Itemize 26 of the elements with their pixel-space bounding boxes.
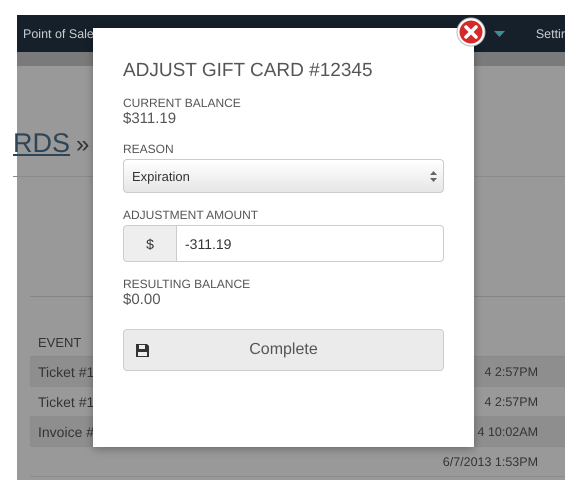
- nav-item[interactable]: Point of Sale: [17, 26, 94, 40]
- currency-addon: $: [123, 225, 176, 262]
- table-cell: 4 2:57PM: [484, 394, 538, 408]
- table-cell: 6/7/2013 1:53PM: [442, 454, 538, 468]
- field-label: ADJUSTMENT AMOUNT: [123, 208, 260, 222]
- caret-icon[interactable]: [494, 30, 505, 36]
- balance-value: $0.00: [123, 291, 162, 308]
- column-header: EVENT: [38, 335, 82, 350]
- balance-value: $311.19: [123, 110, 178, 127]
- table-cell: 4 2:57PM: [484, 364, 538, 378]
- close-icon[interactable]: [456, 17, 486, 47]
- field-label: CURRENT BALANCE: [123, 96, 242, 110]
- field-label: RESULTING BALANCE: [123, 277, 252, 291]
- select-arrows-icon: [430, 170, 437, 182]
- nav-item[interactable]: Settir: [530, 26, 565, 40]
- breadcrumb-separator: »: [76, 131, 90, 159]
- field-label: REASON: [123, 142, 175, 156]
- reason-select[interactable]: Expiration: [123, 159, 444, 193]
- dialog-title: ADJUST GIFT CARD #12345: [123, 60, 374, 82]
- table-cell: Ticket #1: [38, 394, 94, 410]
- table-cell: Invoice #: [38, 424, 94, 440]
- table-cell: 4 10:02AM: [478, 424, 538, 438]
- complete-button[interactable]: Complete: [123, 329, 444, 371]
- amount-input[interactable]: -311.19: [176, 225, 444, 262]
- save-icon: [136, 344, 149, 357]
- table-cell: Ticket #1: [38, 364, 94, 380]
